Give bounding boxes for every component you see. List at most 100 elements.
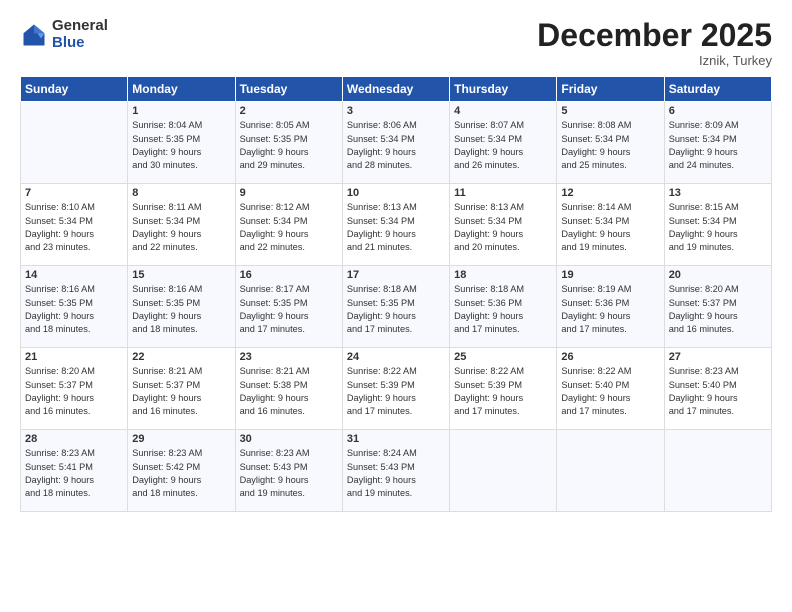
day-info: Sunrise: 8:21 AM Sunset: 5:38 PM Dayligh… — [240, 365, 338, 418]
col-wednesday: Wednesday — [342, 77, 449, 102]
day-cell: 2Sunrise: 8:05 AM Sunset: 5:35 PM Daylig… — [235, 102, 342, 184]
day-info: Sunrise: 8:12 AM Sunset: 5:34 PM Dayligh… — [240, 201, 338, 254]
day-cell: 25 Sunrise: 8:22 AM Sunset: 5:39 PM Dayli… — [450, 348, 557, 430]
calendar-body: 1 Sunrise: 8:04 AM Sunset: 5:35 PM Daylig… — [21, 102, 772, 512]
day-cell: 21 Sunrise: 8:20 AM Sunset: 5:37 PM Dayli… — [21, 348, 128, 430]
day-number: 9 — [240, 187, 338, 199]
day-number: 17 — [347, 269, 445, 281]
day-cell: 23 Sunrise: 8:21 AM Sunset: 5:38 PM Dayli… — [235, 348, 342, 430]
day-info: Sunrise: 8:23 AM Sunset: 5:41 PM Dayligh… — [25, 447, 123, 500]
calendar-table: Sunday Monday Tuesday Wednesday Thursday… — [20, 76, 772, 512]
day-number: 31 — [347, 433, 445, 445]
day-info: Sunrise: 8:22 AM Sunset: 5:39 PM Dayligh… — [454, 365, 552, 418]
day-cell: 1 Sunrise: 8:04 AM Sunset: 5:35 PM Daylig… — [128, 102, 235, 184]
month-title: December 2025 — [537, 18, 772, 53]
day-number: 20 — [669, 269, 767, 281]
week-row-0: 1 Sunrise: 8:04 AM Sunset: 5:35 PM Daylig… — [21, 102, 772, 184]
day-number: 25 — [454, 351, 552, 363]
day-info: Sunrise: 8:24 AM Sunset: 5:43 PM Dayligh… — [347, 447, 445, 500]
week-row-3: 21 Sunrise: 8:20 AM Sunset: 5:37 PM Dayli… — [21, 348, 772, 430]
day-cell: 20 Sunrise: 8:20 AM Sunset: 5:37 PM Dayli… — [664, 266, 771, 348]
day-number: 23 — [240, 351, 338, 363]
day-info: Sunrise: 8:23 AM Sunset: 5:42 PM Dayligh… — [132, 447, 230, 500]
day-number: 18 — [454, 269, 552, 281]
page: General Blue December 2025 Iznik, Turkey… — [0, 0, 792, 612]
week-row-1: 7Sunrise: 8:10 AM Sunset: 5:34 PM Daylig… — [21, 184, 772, 266]
day-info: Sunrise: 8:10 AM Sunset: 5:34 PM Dayligh… — [25, 201, 123, 254]
day-cell: 26Sunrise: 8:22 AM Sunset: 5:40 PM Dayli… — [557, 348, 664, 430]
day-info: Sunrise: 8:16 AM Sunset: 5:35 PM Dayligh… — [25, 283, 123, 336]
day-cell: 3 Sunrise: 8:06 AM Sunset: 5:34 PM Daylig… — [342, 102, 449, 184]
day-cell: 10Sunrise: 8:13 AM Sunset: 5:34 PM Dayli… — [342, 184, 449, 266]
logo: General Blue — [20, 18, 108, 51]
day-cell: 13Sunrise: 8:15 AM Sunset: 5:34 PM Dayli… — [664, 184, 771, 266]
day-cell: 24 Sunrise: 8:22 AM Sunset: 5:39 PM Dayli… — [342, 348, 449, 430]
col-friday: Friday — [557, 77, 664, 102]
day-info: Sunrise: 8:18 AM Sunset: 5:35 PM Dayligh… — [347, 283, 445, 336]
day-cell: 29 Sunrise: 8:23 AM Sunset: 5:42 PM Dayli… — [128, 430, 235, 512]
day-cell — [450, 430, 557, 512]
day-cell: 16 Sunrise: 8:17 AM Sunset: 5:35 PM Dayli… — [235, 266, 342, 348]
col-tuesday: Tuesday — [235, 77, 342, 102]
day-number: 29 — [132, 433, 230, 445]
col-monday: Monday — [128, 77, 235, 102]
day-cell — [664, 430, 771, 512]
day-info: Sunrise: 8:04 AM Sunset: 5:35 PM Dayligh… — [132, 119, 230, 172]
day-number: 6 — [669, 105, 767, 117]
day-number: 5 — [561, 105, 659, 117]
day-info: Sunrise: 8:05 AM Sunset: 5:35 PM Dayligh… — [240, 119, 338, 172]
day-number: 27 — [669, 351, 767, 363]
day-info: Sunrise: 8:20 AM Sunset: 5:37 PM Dayligh… — [669, 283, 767, 336]
day-info: Sunrise: 8:22 AM Sunset: 5:39 PM Dayligh… — [347, 365, 445, 418]
day-info: Sunrise: 8:18 AM Sunset: 5:36 PM Dayligh… — [454, 283, 552, 336]
day-info: Sunrise: 8:22 AM Sunset: 5:40 PM Dayligh… — [561, 365, 659, 418]
day-cell: 5Sunrise: 8:08 AM Sunset: 5:34 PM Daylig… — [557, 102, 664, 184]
day-number: 28 — [25, 433, 123, 445]
day-cell: 4 Sunrise: 8:07 AM Sunset: 5:34 PM Daylig… — [450, 102, 557, 184]
day-cell: 31 Sunrise: 8:24 AM Sunset: 5:43 PM Dayli… — [342, 430, 449, 512]
day-cell: 12Sunrise: 8:14 AM Sunset: 5:34 PM Dayli… — [557, 184, 664, 266]
day-cell: 14 Sunrise: 8:16 AM Sunset: 5:35 PM Dayli… — [21, 266, 128, 348]
day-cell: 7Sunrise: 8:10 AM Sunset: 5:34 PM Daylig… — [21, 184, 128, 266]
day-cell: 15 Sunrise: 8:16 AM Sunset: 5:35 PM Dayli… — [128, 266, 235, 348]
day-number: 11 — [454, 187, 552, 199]
day-number: 22 — [132, 351, 230, 363]
day-cell: 8 Sunrise: 8:11 AM Sunset: 5:34 PM Daylig… — [128, 184, 235, 266]
day-info: Sunrise: 8:06 AM Sunset: 5:34 PM Dayligh… — [347, 119, 445, 172]
col-thursday: Thursday — [450, 77, 557, 102]
day-number: 13 — [669, 187, 767, 199]
header: General Blue December 2025 Iznik, Turkey — [20, 18, 772, 68]
day-number: 4 — [454, 105, 552, 117]
day-number: 3 — [347, 105, 445, 117]
day-info: Sunrise: 8:23 AM Sunset: 5:40 PM Dayligh… — [669, 365, 767, 418]
day-cell: 30Sunrise: 8:23 AM Sunset: 5:43 PM Dayli… — [235, 430, 342, 512]
day-number: 12 — [561, 187, 659, 199]
col-sunday: Sunday — [21, 77, 128, 102]
day-info: Sunrise: 8:17 AM Sunset: 5:35 PM Dayligh… — [240, 283, 338, 336]
day-number: 1 — [132, 105, 230, 117]
day-info: Sunrise: 8:19 AM Sunset: 5:36 PM Dayligh… — [561, 283, 659, 336]
day-cell: 17 Sunrise: 8:18 AM Sunset: 5:35 PM Dayli… — [342, 266, 449, 348]
day-info: Sunrise: 8:07 AM Sunset: 5:34 PM Dayligh… — [454, 119, 552, 172]
day-info: Sunrise: 8:16 AM Sunset: 5:35 PM Dayligh… — [132, 283, 230, 336]
logo-blue: Blue — [52, 35, 108, 52]
day-cell: 22Sunrise: 8:21 AM Sunset: 5:37 PM Dayli… — [128, 348, 235, 430]
day-cell: 19Sunrise: 8:19 AM Sunset: 5:36 PM Dayli… — [557, 266, 664, 348]
day-number: 16 — [240, 269, 338, 281]
day-info: Sunrise: 8:09 AM Sunset: 5:34 PM Dayligh… — [669, 119, 767, 172]
day-number: 8 — [132, 187, 230, 199]
col-saturday: Saturday — [664, 77, 771, 102]
title-block: December 2025 Iznik, Turkey — [537, 18, 772, 68]
header-row: Sunday Monday Tuesday Wednesday Thursday… — [21, 77, 772, 102]
day-info: Sunrise: 8:13 AM Sunset: 5:34 PM Dayligh… — [454, 201, 552, 254]
week-row-2: 14 Sunrise: 8:16 AM Sunset: 5:35 PM Dayli… — [21, 266, 772, 348]
day-info: Sunrise: 8:11 AM Sunset: 5:34 PM Dayligh… — [132, 201, 230, 254]
day-info: Sunrise: 8:13 AM Sunset: 5:34 PM Dayligh… — [347, 201, 445, 254]
day-number: 21 — [25, 351, 123, 363]
logo-text: General Blue — [52, 18, 108, 51]
day-number: 14 — [25, 269, 123, 281]
day-number: 15 — [132, 269, 230, 281]
day-number: 24 — [347, 351, 445, 363]
day-info: Sunrise: 8:20 AM Sunset: 5:37 PM Dayligh… — [25, 365, 123, 418]
day-cell — [557, 430, 664, 512]
